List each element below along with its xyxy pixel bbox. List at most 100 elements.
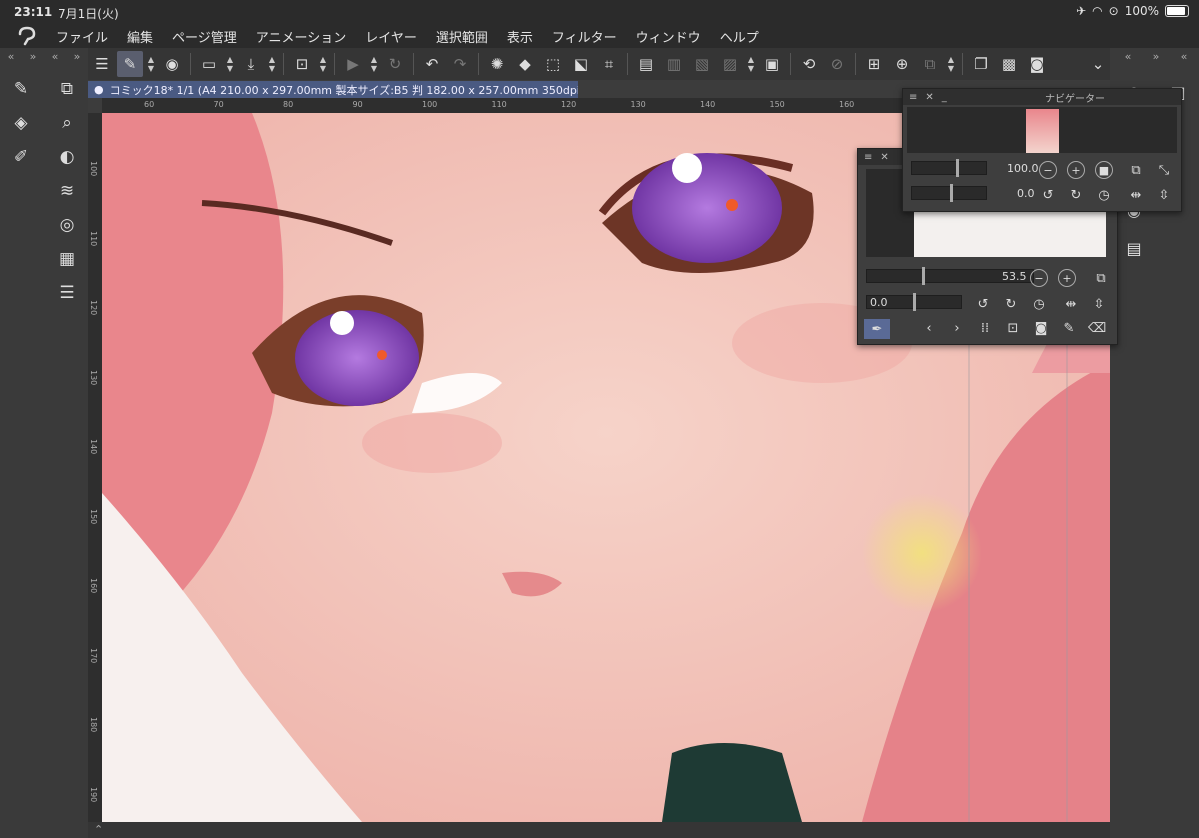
chevron-right-icon[interactable]: › [948, 319, 966, 337]
menu-file[interactable]: ファイル [56, 27, 108, 46]
updown-icon-7[interactable]: ▲ ▼ [944, 51, 958, 77]
undo-icon[interactable]: ↶ [419, 51, 445, 77]
fit-window-icon[interactable]: ⧉ [1127, 161, 1145, 179]
menu-window[interactable]: ウィンドウ [636, 27, 701, 46]
mask-icon[interactable]: ◙ [1024, 51, 1050, 77]
disable-icon[interactable]: ⊘ [824, 51, 850, 77]
menu-selection[interactable]: 選択範囲 [436, 27, 488, 46]
updown-icon-6[interactable]: ▲ ▼ [744, 51, 758, 77]
updown-icon[interactable]: ▲ ▼ [144, 51, 158, 77]
fill-icon[interactable]: ◆ [512, 51, 538, 77]
menu-filter[interactable]: フィルター [552, 27, 617, 46]
collapse-left-icon[interactable]: « [8, 50, 15, 64]
expand-right-icon-2[interactable]: » [74, 50, 81, 64]
panel-layout-icon[interactable]: ▤ [1120, 234, 1148, 262]
slider-knob[interactable] [956, 159, 959, 177]
zoom-out-icon[interactable]: − [1039, 161, 1057, 179]
document-tab[interactable]: ● コミック18* 1/1 (A4 210.00 x 297.00mm 製本サイ… [88, 81, 578, 98]
slider-knob[interactable] [913, 293, 916, 311]
edit-icon[interactable]: ✎ [1060, 319, 1078, 337]
new-layer-icon[interactable]: ⊞ [861, 51, 887, 77]
brush-settings-icon[interactable]: ✐ [8, 144, 34, 170]
edit-tool-icon[interactable]: ✎ [117, 51, 143, 77]
layers-icon[interactable]: ≋ [54, 178, 80, 204]
menu-view[interactable]: 表示 [507, 27, 533, 46]
slider-knob[interactable] [950, 184, 953, 202]
fit-window-icon[interactable]: ⧉ [1092, 269, 1110, 287]
search-icon[interactable]: ⌕ [54, 110, 80, 136]
material-icon[interactable]: ⧉ [54, 76, 80, 102]
updown-icon-4[interactable]: ▲ ▼ [316, 51, 330, 77]
expand-up-icon[interactable]: ⌃ [94, 823, 103, 836]
fill-tool-icon[interactable]: ◈ [8, 110, 34, 136]
film-icon-4[interactable]: ▨ [717, 51, 743, 77]
copy-layer-icon[interactable]: ❐ [968, 51, 994, 77]
film-icon-3[interactable]: ▧ [689, 51, 715, 77]
navigator-zoom-slider[interactable] [911, 159, 987, 177]
expand-right-icon[interactable]: » [30, 50, 37, 64]
swirl-icon[interactable]: ◉ [159, 51, 185, 77]
save-icon[interactable]: ⤓ [238, 51, 264, 77]
import-image-icon[interactable]: ⊡ [1004, 319, 1022, 337]
rotate-canvas-icon[interactable]: ⟲ [796, 51, 822, 77]
canvas-size-icon[interactable]: ⊡ [289, 51, 315, 77]
flip-horizontal-icon[interactable]: ⇹ [1062, 295, 1080, 313]
camera-icon[interactable]: ◙ [1032, 319, 1050, 337]
collapse-left-icon-3[interactable]: « [1125, 50, 1132, 63]
pen-tool-icon[interactable]: ✎ [8, 76, 34, 102]
film-icon-2[interactable]: ▥ [661, 51, 687, 77]
drag-handle-icon[interactable]: ≡ [864, 152, 872, 163]
close-icon[interactable]: ✕ [880, 152, 888, 163]
menu-animation[interactable]: アニメーション [256, 27, 346, 46]
menu-help[interactable]: ヘルプ [720, 27, 759, 46]
layer-property-icon[interactable]: ☰ [54, 280, 80, 306]
rotate-left-icon[interactable]: ↺ [974, 295, 992, 313]
zoom-in-icon[interactable]: + [1067, 161, 1085, 179]
collapse-left-icon-2[interactable]: « [52, 50, 59, 64]
rotate-right-icon[interactable]: ↻ [1002, 295, 1020, 313]
refresh-icon[interactable]: ↻ [382, 51, 408, 77]
flip-vertical-icon[interactable]: ⇳ [1090, 295, 1108, 313]
updown-icon-3[interactable]: ▲ ▼ [265, 51, 279, 77]
eyedropper-icon[interactable]: ✒ [864, 319, 890, 339]
updown-icon-2[interactable]: ▲ ▼ [223, 51, 237, 77]
rotate-left-icon[interactable]: ↺ [1039, 186, 1057, 204]
trash-icon[interactable]: ⌫ [1088, 319, 1106, 337]
loading-icon[interactable]: ✺ [484, 51, 510, 77]
new-folder-icon[interactable]: ⊕ [889, 51, 915, 77]
chevron-left-icon[interactable]: ‹ [920, 319, 938, 337]
slider-knob[interactable] [922, 267, 925, 285]
transparency-icon[interactable]: ▩ [996, 51, 1022, 77]
redo-icon[interactable]: ↷ [447, 51, 473, 77]
menu-page[interactable]: ページ管理 [172, 27, 237, 46]
navigator-preview-area[interactable] [907, 107, 1177, 153]
actual-size-icon[interactable]: ■ [1095, 161, 1113, 179]
film-icon-5[interactable]: ▣ [759, 51, 785, 77]
grid-icon[interactable]: ▦ [54, 246, 80, 272]
fit-canvas-icon[interactable]: ⤡ [1155, 161, 1173, 179]
color-circle-icon[interactable]: ◎ [54, 212, 80, 238]
grid-dots-icon[interactable]: ⁞⁞ [976, 319, 994, 337]
rotate-right-icon[interactable]: ↻ [1067, 186, 1085, 204]
free-transform-icon[interactable]: ⬕ [568, 51, 594, 77]
navigator-thumbnail[interactable] [1026, 109, 1059, 153]
play-icon[interactable]: ▶ [340, 51, 366, 77]
menu-layer[interactable]: レイヤー [365, 27, 417, 46]
navigator-rotate-slider[interactable] [911, 184, 987, 202]
transform-icon[interactable]: ⬚ [540, 51, 566, 77]
menu-edit[interactable]: 編集 [127, 27, 153, 46]
ruler-left[interactable]: 100 110 120 130 140 150 160 170 180 190 [88, 113, 102, 822]
expand-right-icon-3[interactable]: » [1153, 50, 1160, 63]
mesh-transform-icon[interactable]: ⌗ [596, 51, 622, 77]
chevron-down-icon[interactable]: ⌄ [1085, 51, 1111, 77]
flip-vertical-icon[interactable]: ⇳ [1155, 186, 1173, 204]
minimize-icon[interactable]: _ [942, 92, 947, 103]
open-folder-icon[interactable]: ▭ [196, 51, 222, 77]
reset-rotation-icon[interactable]: ◷ [1095, 186, 1113, 204]
close-icon[interactable]: ✕ [925, 92, 933, 103]
reset-rotation-icon[interactable]: ◷ [1030, 295, 1048, 313]
menu-icon[interactable]: ☰ [89, 51, 115, 77]
eraser-icon[interactable]: ◐ [54, 144, 80, 170]
drag-handle-icon[interactable]: ≡ [909, 92, 917, 103]
updown-icon-5[interactable]: ▲ ▼ [367, 51, 381, 77]
